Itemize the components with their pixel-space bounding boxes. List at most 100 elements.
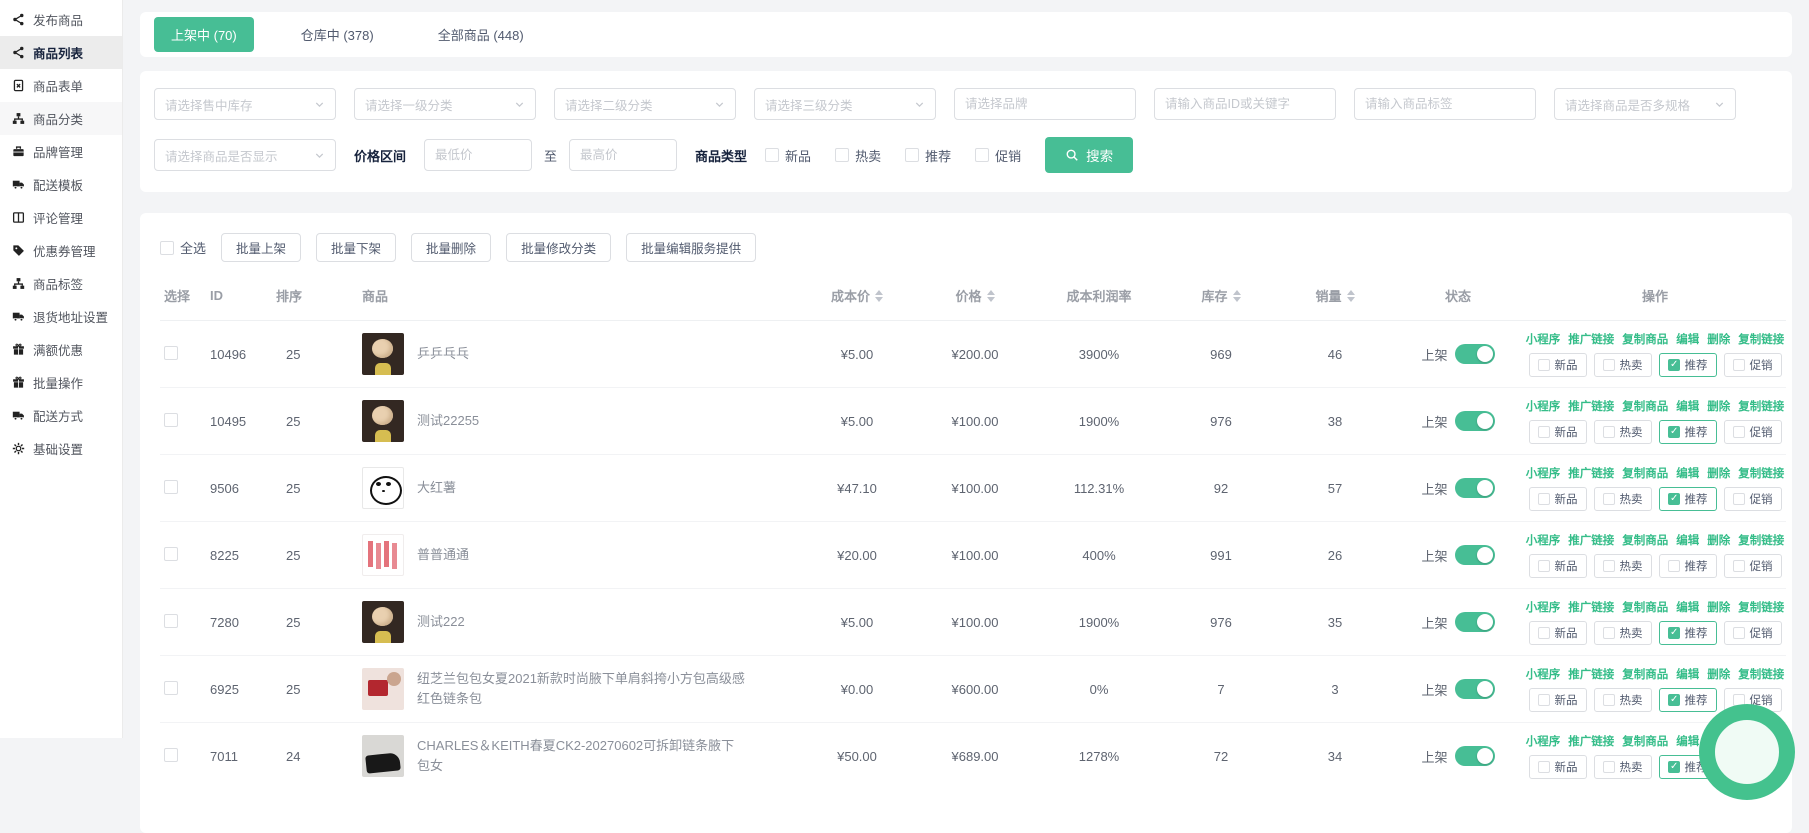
row-action-link[interactable]: 推广链接 bbox=[1568, 398, 1614, 414]
row-checkbox[interactable] bbox=[164, 480, 178, 494]
filter-select[interactable]: 请选择三级分类 bbox=[754, 88, 936, 120]
row-action-link[interactable]: 复制链接 bbox=[1738, 666, 1784, 682]
row-action-link[interactable]: 复制链接 bbox=[1738, 599, 1784, 615]
sort-carets-icon[interactable] bbox=[1233, 290, 1241, 302]
row-action-link[interactable]: 编辑 bbox=[1676, 532, 1699, 548]
status-toggle[interactable] bbox=[1455, 679, 1495, 699]
min-price-input[interactable] bbox=[424, 139, 532, 171]
batch-action-button[interactable]: 批量编辑服务提供 bbox=[626, 233, 756, 262]
filter-select[interactable]: 请选择一级分类 bbox=[354, 88, 536, 120]
row-action-link[interactable]: 小程序 bbox=[1526, 733, 1561, 749]
column-header[interactable]: 销量 bbox=[1278, 274, 1392, 321]
max-price-input[interactable] bbox=[569, 139, 677, 171]
product-flag-chip[interactable]: 热卖 bbox=[1594, 621, 1652, 645]
product-type-checkbox[interactable]: 新品 bbox=[765, 146, 811, 165]
row-action-link[interactable]: 推广链接 bbox=[1568, 465, 1614, 481]
row-checkbox[interactable] bbox=[164, 681, 178, 695]
row-action-link[interactable]: 复制链接 bbox=[1738, 398, 1784, 414]
floating-action-button[interactable] bbox=[1699, 704, 1795, 800]
product-flag-chip[interactable]: 新品 bbox=[1529, 554, 1587, 578]
status-toggle[interactable] bbox=[1455, 612, 1495, 632]
filter-input[interactable] bbox=[1154, 88, 1336, 120]
row-action-link[interactable]: 复制商品 bbox=[1622, 532, 1668, 548]
row-action-link[interactable]: 编辑 bbox=[1676, 733, 1699, 749]
sidebar-item[interactable]: 配送模板 bbox=[0, 168, 122, 201]
row-action-link[interactable]: 小程序 bbox=[1526, 666, 1561, 682]
column-header[interactable]: 成本价 bbox=[798, 274, 916, 321]
batch-action-button[interactable]: 批量修改分类 bbox=[506, 233, 611, 262]
row-action-link[interactable]: 复制链接 bbox=[1738, 465, 1784, 481]
product-flag-chip[interactable]: 热卖 bbox=[1594, 554, 1652, 578]
filter-select[interactable]: 请选择二级分类 bbox=[554, 88, 736, 120]
filter-select[interactable]: 请选择售中库存 bbox=[154, 88, 336, 120]
product-flag-chip[interactable]: 促销 bbox=[1724, 554, 1782, 578]
display-select[interactable]: 请选择商品是否显示 bbox=[154, 139, 336, 171]
row-action-link[interactable]: 小程序 bbox=[1526, 465, 1561, 481]
row-action-link[interactable]: 小程序 bbox=[1526, 599, 1561, 615]
batch-action-button[interactable]: 批量上架 bbox=[221, 233, 301, 262]
row-action-link[interactable]: 小程序 bbox=[1526, 532, 1561, 548]
sidebar-item[interactable]: 品牌管理 bbox=[0, 135, 122, 168]
product-flag-chip[interactable]: 热卖 bbox=[1594, 688, 1652, 712]
filter-input[interactable] bbox=[954, 88, 1136, 120]
row-checkbox[interactable] bbox=[164, 346, 178, 360]
product-type-checkbox[interactable]: 促销 bbox=[975, 146, 1021, 165]
sidebar-item[interactable]: 商品列表 bbox=[0, 36, 122, 69]
product-flag-chip[interactable]: 热卖 bbox=[1594, 755, 1652, 779]
row-action-link[interactable]: 删除 bbox=[1707, 398, 1730, 414]
sidebar-item[interactable]: 商品分类 bbox=[0, 102, 122, 135]
row-action-link[interactable]: 编辑 bbox=[1676, 599, 1699, 615]
search-button[interactable]: 搜索 bbox=[1045, 137, 1133, 173]
row-checkbox[interactable] bbox=[164, 748, 178, 762]
product-flag-chip[interactable]: 新品 bbox=[1529, 420, 1587, 444]
row-action-link[interactable]: 推广链接 bbox=[1568, 532, 1614, 548]
status-toggle[interactable] bbox=[1455, 746, 1495, 766]
status-toggle[interactable] bbox=[1455, 344, 1495, 364]
status-tab[interactable]: 仓库中 (378) bbox=[284, 17, 391, 52]
sidebar-item[interactable]: 满额优惠 bbox=[0, 333, 122, 366]
row-action-link[interactable]: 推广链接 bbox=[1568, 599, 1614, 615]
row-checkbox[interactable] bbox=[164, 413, 178, 427]
product-flag-chip[interactable]: 促销 bbox=[1724, 353, 1782, 377]
product-flag-chip[interactable]: 推荐 bbox=[1659, 420, 1717, 444]
product-flag-chip[interactable]: 推荐 bbox=[1659, 353, 1717, 377]
product-flag-chip[interactable]: 热卖 bbox=[1594, 353, 1652, 377]
batch-action-button[interactable]: 批量删除 bbox=[411, 233, 491, 262]
sort-carets-icon[interactable] bbox=[875, 290, 883, 302]
row-action-link[interactable]: 小程序 bbox=[1526, 398, 1561, 414]
sidebar-item[interactable]: 退货地址设置 bbox=[0, 300, 122, 333]
product-flag-chip[interactable]: 新品 bbox=[1529, 755, 1587, 779]
row-action-link[interactable]: 编辑 bbox=[1676, 666, 1699, 682]
row-action-link[interactable]: 复制商品 bbox=[1622, 465, 1668, 481]
row-action-link[interactable]: 复制商品 bbox=[1622, 599, 1668, 615]
filter-select[interactable]: 请选择商品是否多规格 bbox=[1554, 88, 1736, 120]
row-action-link[interactable]: 删除 bbox=[1707, 666, 1730, 682]
product-flag-chip[interactable]: 新品 bbox=[1529, 688, 1587, 712]
batch-action-button[interactable]: 批量下架 bbox=[316, 233, 396, 262]
row-checkbox[interactable] bbox=[164, 614, 178, 628]
product-flag-chip[interactable]: 推荐 bbox=[1659, 688, 1717, 712]
row-action-link[interactable]: 复制商品 bbox=[1622, 733, 1668, 749]
row-action-link[interactable]: 编辑 bbox=[1676, 465, 1699, 481]
row-action-link[interactable]: 小程序 bbox=[1526, 331, 1561, 347]
column-header[interactable]: 价格 bbox=[916, 274, 1034, 321]
row-action-link[interactable]: 删除 bbox=[1707, 465, 1730, 481]
sidebar-item[interactable]: 基础设置 bbox=[0, 432, 122, 465]
row-action-link[interactable]: 复制链接 bbox=[1738, 532, 1784, 548]
select-all-checkbox[interactable]: 全选 bbox=[160, 238, 206, 257]
row-action-link[interactable]: 删除 bbox=[1707, 331, 1730, 347]
sidebar-item[interactable]: 配送方式 bbox=[0, 399, 122, 432]
product-type-checkbox[interactable]: 推荐 bbox=[905, 146, 951, 165]
product-flag-chip[interactable]: 促销 bbox=[1724, 487, 1782, 511]
row-action-link[interactable]: 编辑 bbox=[1676, 331, 1699, 347]
sidebar-item[interactable]: 发布商品 bbox=[0, 3, 122, 36]
row-action-link[interactable]: 复制商品 bbox=[1622, 331, 1668, 347]
filter-input[interactable] bbox=[1354, 88, 1536, 120]
sidebar-item[interactable]: 评论管理 bbox=[0, 201, 122, 234]
row-action-link[interactable]: 推广链接 bbox=[1568, 666, 1614, 682]
status-toggle[interactable] bbox=[1455, 545, 1495, 565]
row-action-link[interactable]: 复制链接 bbox=[1738, 331, 1784, 347]
row-action-link[interactable]: 删除 bbox=[1707, 532, 1730, 548]
product-flag-chip[interactable]: 推荐 bbox=[1659, 554, 1717, 578]
product-flag-chip[interactable]: 促销 bbox=[1724, 621, 1782, 645]
